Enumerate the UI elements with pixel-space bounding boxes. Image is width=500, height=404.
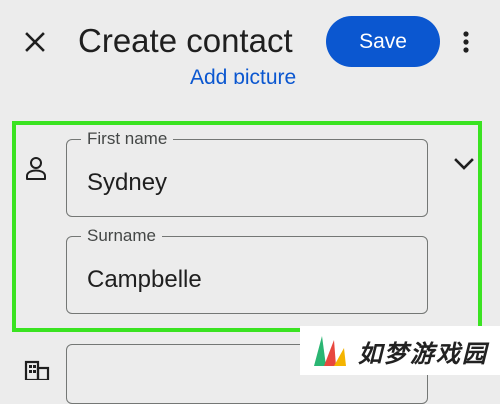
expand-name-fields-button[interactable] bbox=[450, 152, 478, 176]
person-icon bbox=[24, 155, 48, 183]
surname-field[interactable]: Surname Campbelle bbox=[66, 226, 428, 314]
page-title: Create contact bbox=[78, 22, 293, 59]
first-name-field[interactable]: First name Sydney bbox=[66, 129, 428, 217]
save-button[interactable]: Save bbox=[326, 16, 440, 67]
close-button[interactable] bbox=[20, 27, 50, 57]
chevron-down-icon bbox=[454, 158, 474, 170]
surname-value: Campbelle bbox=[87, 266, 202, 293]
watermark: 如梦游戏园 bbox=[300, 326, 500, 375]
add-picture-label: Add picture bbox=[190, 66, 297, 84]
more-options-button[interactable] bbox=[456, 28, 476, 56]
more-vert-icon bbox=[463, 31, 469, 53]
surname-label: Surname bbox=[81, 226, 162, 246]
first-name-value: Sydney bbox=[87, 169, 168, 196]
first-name-label: First name bbox=[81, 129, 174, 149]
watermark-logo bbox=[314, 336, 346, 366]
building-icon bbox=[24, 360, 50, 382]
add-picture-link[interactable]: Add picture bbox=[190, 60, 296, 84]
watermark-text: 如梦游戏园 bbox=[358, 339, 488, 368]
close-icon bbox=[25, 32, 45, 52]
